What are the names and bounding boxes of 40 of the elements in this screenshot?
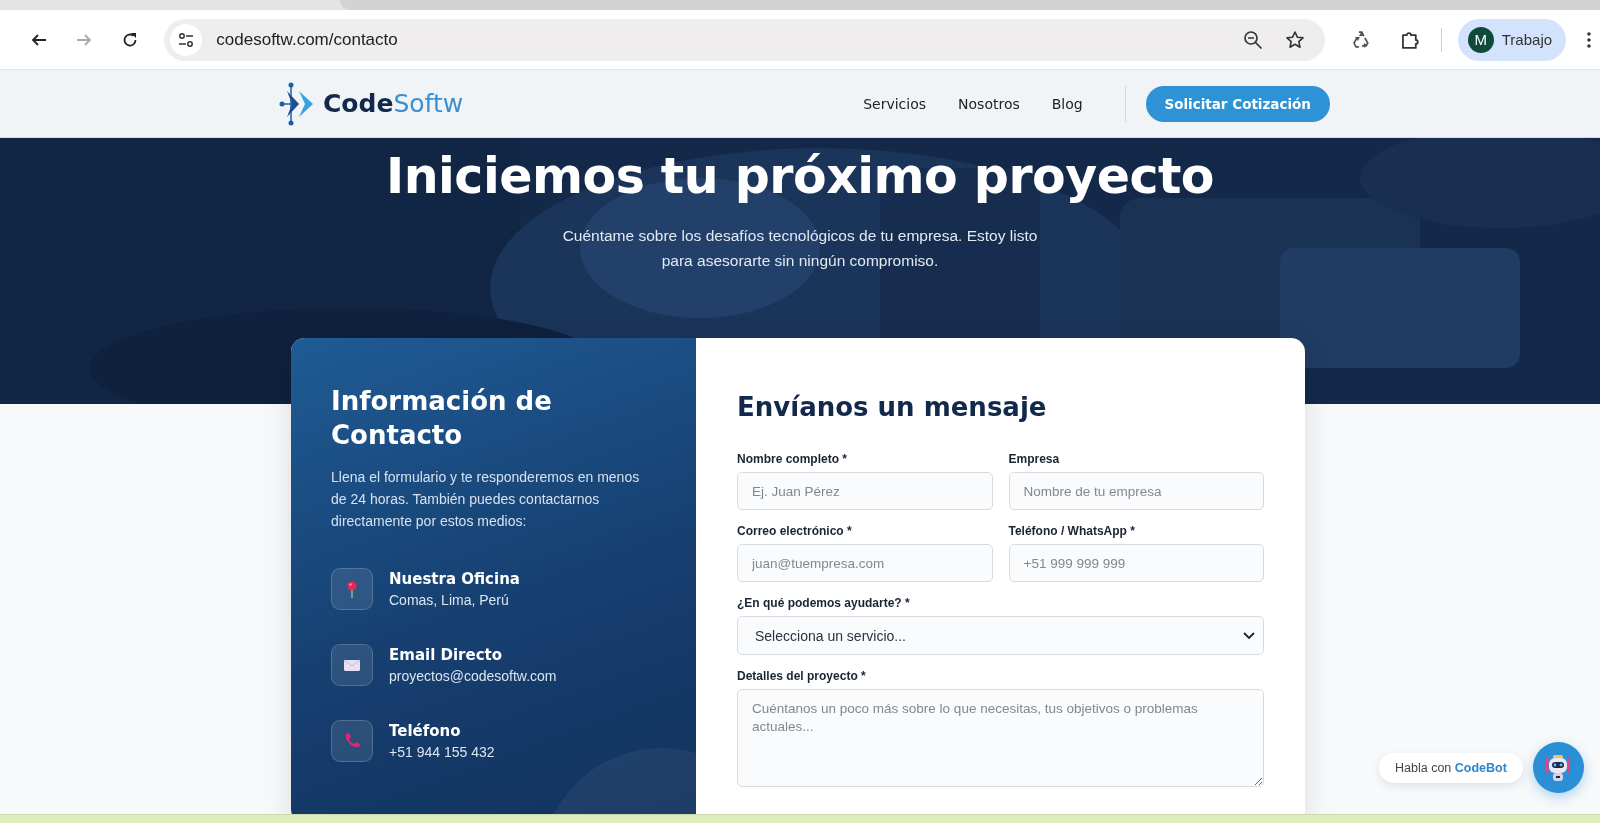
form-title: Envíanos un mensaje [737, 392, 1048, 422]
input-field[interactable]: Nombre de tu empresa [1008, 472, 1264, 510]
item-title: Nuestra Oficina [389, 570, 520, 588]
profile-button[interactable]: M Trabajo [1457, 18, 1567, 61]
item-value: +51 944 155 432 [389, 744, 495, 760]
chat-prompt[interactable]: Habla con CodeBot [1379, 752, 1523, 783]
item-value: proyectos@codesoftw.com [389, 668, 557, 684]
field-label: Detalles del proyecto * [737, 669, 867, 683]
nav-link[interactable]: Servicios [863, 95, 927, 112]
info-title: Información de Contacto [331, 385, 553, 452]
chevron-down-icon [1243, 631, 1255, 640]
field-label: Teléfono / WhatsApp * [1008, 524, 1136, 538]
url-text: codesoftw.com/contacto [216, 29, 398, 50]
field-label: Nombre completo * [737, 452, 848, 466]
field-label: ¿En qué podemos ayudarte? * [737, 596, 911, 610]
chat-button[interactable] [1532, 742, 1584, 793]
field-label: Correo electrónico * [737, 524, 853, 538]
input-field[interactable]: juan@tuempresa.com [737, 544, 993, 582]
hero-title: Iniciemos tu próximo proyecto [385, 148, 1215, 205]
input-field[interactable]: +51 999 999 999 [1008, 544, 1264, 582]
info-text: Llena el formulario y te responderemos en menos de 24 horas. También puedes contactarnos directamente por estos medios: [331, 468, 641, 531]
hero-subtitle: Cuéntame sobre los desafíos tecnológicos de tu empresa. Estoy listo para asesorarte sin ningún compromiso. [561, 226, 1039, 271]
item-title: Email Directo [389, 646, 504, 664]
zoom-out-icon[interactable] [1243, 29, 1264, 50]
text-area[interactable]: Cuéntanos un poco más sobre lo que necesitas, tus objetivos o problemas actuales... [737, 689, 1264, 787]
nav-link[interactable]: Nosotros [958, 95, 1020, 112]
star-icon[interactable] [1285, 29, 1306, 50]
item-title: Teléfono [389, 722, 462, 740]
robot-icon [1544, 752, 1573, 783]
avatar: M [1467, 26, 1494, 53]
field-label: Empresa [1008, 452, 1061, 466]
site-settings-icon[interactable] [177, 30, 196, 49]
profile-name: Trabajo [1501, 31, 1553, 48]
input-field[interactable]: Ej. Juan Pérez [737, 472, 993, 510]
logo-text: CodeSoftw [323, 89, 464, 118]
menu-icon[interactable] [1586, 30, 1592, 49]
item-value: Comas, Lima, Perú [389, 592, 510, 608]
address-bar[interactable]: codesoftw.com/contacto [164, 18, 1326, 61]
nav-link[interactable]: Blog [1051, 95, 1083, 112]
select-field[interactable]: Selecciona un servicio... [737, 616, 1264, 655]
